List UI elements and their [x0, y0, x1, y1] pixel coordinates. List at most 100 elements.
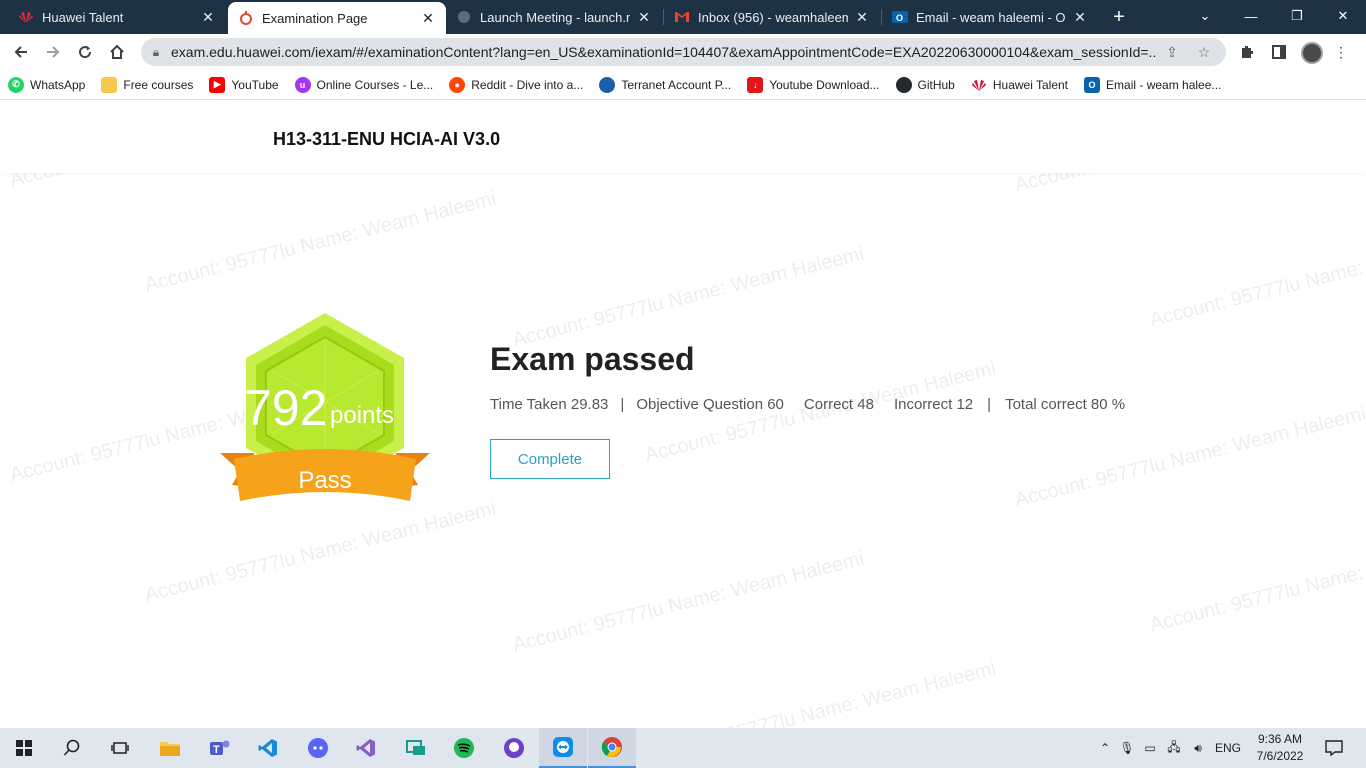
- huawei-icon: [18, 9, 34, 25]
- arrow-left-icon: [14, 46, 27, 58]
- terranet-icon: [599, 76, 616, 93]
- github-icon: [504, 738, 524, 758]
- bookmark-github[interactable]: GitHub: [895, 76, 955, 93]
- forward-button[interactable]: [40, 39, 66, 65]
- watermark: Account: 95777lu Name: Weam Haleemi: [142, 187, 499, 297]
- window-close-button[interactable]: ✕: [1320, 0, 1366, 32]
- share-icon[interactable]: ⇪: [1156, 44, 1188, 61]
- taskbar-teams[interactable]: T: [196, 728, 244, 768]
- home-button[interactable]: [104, 39, 130, 65]
- bookmark-online-courses[interactable]: u Online Courses - Le...: [294, 76, 433, 93]
- correct-count: Correct 48: [803, 396, 874, 413]
- taskbar-vscode[interactable]: [244, 728, 292, 768]
- incorrect-count: Incorrect 12: [893, 396, 974, 413]
- taskbar-spotify[interactable]: [440, 728, 488, 768]
- reddit-icon: ●: [449, 76, 466, 93]
- whatsapp-icon: ✆: [8, 76, 24, 93]
- score-badge: 792 points Pass: [218, 311, 432, 511]
- bookmark-terranet[interactable]: Terranet Account P...: [599, 76, 731, 93]
- close-icon[interactable]: ✕: [1072, 9, 1088, 25]
- network-icon[interactable]: 🖧︎: [1165, 738, 1183, 759]
- tab-examination-page[interactable]: Examination Page ✕: [228, 2, 446, 34]
- svg-text:O: O: [896, 13, 903, 23]
- close-icon[interactable]: ✕: [420, 10, 436, 26]
- taskbar-visual-studio[interactable]: [342, 728, 390, 768]
- complete-button[interactable]: Complete: [490, 439, 610, 479]
- bookmark-free-courses[interactable]: Free courses: [101, 76, 193, 93]
- bookmark-huawei-talent[interactable]: Huawei Talent: [971, 77, 1068, 93]
- taskbar-file-explorer[interactable]: [146, 728, 194, 768]
- close-icon[interactable]: ✕: [636, 9, 652, 25]
- bookmark-reddit[interactable]: ● Reddit - Dive into a...: [449, 76, 583, 93]
- chevron-up-icon[interactable]: ⌃: [1097, 741, 1113, 755]
- outlook-icon: O: [892, 9, 908, 25]
- tab-launch-meeting[interactable]: Launch Meeting - launch.me ✕: [446, 0, 662, 34]
- browser-toolbar: 🔒︎ exam.edu.huawei.com/iexam/#/examinati…: [0, 34, 1366, 70]
- restore-button[interactable]: ❐: [1274, 0, 1320, 32]
- taskbar-teamviewer[interactable]: [539, 728, 587, 768]
- stats-separator: |: [987, 396, 992, 413]
- bookmark-youtube-download[interactable]: ↓ Youtube Download...: [747, 76, 880, 93]
- address-bar[interactable]: 🔒︎ exam.edu.huawei.com/iexam/#/examinati…: [141, 38, 1226, 66]
- bookmark-youtube[interactable]: ▶ YouTube: [209, 76, 279, 93]
- close-icon[interactable]: ✕: [200, 9, 216, 25]
- tab-strip: Huawei Talent ✕ Examination Page ✕ Launc…: [0, 0, 1366, 34]
- watermark: Account: 95777lu Name: Weam Haleemi: [1147, 528, 1366, 637]
- discord-icon: [308, 738, 328, 758]
- tab-outlook-email[interactable]: O Email - weam haleemi - Outl ✕: [882, 0, 1098, 34]
- youtube-icon: ▶: [209, 76, 226, 93]
- gmail-icon: [674, 9, 690, 25]
- microphone-icon[interactable]: 🎙︎: [1119, 741, 1135, 755]
- tab-huawei-talent[interactable]: Huawei Talent ✕: [8, 0, 226, 34]
- minimize-button[interactable]: —: [1228, 0, 1274, 32]
- reload-button[interactable]: [72, 39, 98, 65]
- language-indicator[interactable]: ENG: [1215, 741, 1241, 755]
- bookmark-whatsapp[interactable]: ✆ WhatsApp: [8, 76, 85, 93]
- watermark: Account: 95777lu Name: Weam Haleemi: [142, 497, 499, 607]
- task-view-icon: [111, 742, 129, 754]
- badge-unit: points: [330, 402, 394, 429]
- url-text[interactable]: exam.edu.huawei.com/iexam/#/examinationC…: [171, 44, 1156, 60]
- clock[interactable]: 9:36 AM 7/6/2022: [1252, 731, 1308, 765]
- watermark: Account: 95777lu Name: Weam Haleemi: [642, 657, 999, 728]
- result-title: Exam passed: [490, 341, 695, 377]
- tab-search-button[interactable]: ⌄: [1182, 0, 1228, 32]
- watermark: Account: 95777lu Name: Weam Haleemi: [1147, 223, 1366, 332]
- extensions-icon[interactable]: [1236, 41, 1258, 63]
- search-button[interactable]: [48, 728, 96, 768]
- udemy-icon: u: [294, 76, 311, 93]
- back-button[interactable]: [8, 39, 34, 65]
- watermark: Account: 95777lu Name: Weam Haleemi: [510, 547, 867, 657]
- volume-icon[interactable]: 🔊︎: [1189, 741, 1207, 756]
- profile-avatar[interactable]: [1301, 42, 1323, 64]
- close-icon[interactable]: ✕: [854, 9, 870, 25]
- outlook-icon: O: [1084, 76, 1101, 93]
- folder-icon: [160, 742, 180, 756]
- taskbar-discord[interactable]: [294, 728, 342, 768]
- taskbar-chrome[interactable]: [588, 728, 636, 768]
- exam-page: Account: 95777lu Name: Weam Haleemi Acco…: [0, 101, 1366, 728]
- notifications-button[interactable]: [1310, 728, 1358, 768]
- taskbar-github-desktop[interactable]: [490, 728, 538, 768]
- new-tab-button[interactable]: +: [1106, 4, 1132, 30]
- huawei-icon: [971, 77, 987, 93]
- bookmark-email[interactable]: O Email - weam halee...: [1084, 76, 1221, 93]
- battery-icon[interactable]: ▭: [1141, 741, 1159, 755]
- taskbar-remote-app[interactable]: [392, 728, 440, 768]
- home-icon: [110, 44, 124, 59]
- exam-stats: Time Taken 29.83 | Objective Question 60…: [490, 396, 1125, 413]
- tab-gmail-inbox[interactable]: Inbox (956) - weamhaleemi@ ✕: [664, 0, 880, 34]
- clock-date: 7/6/2022: [1256, 749, 1304, 763]
- folder-icon: [101, 76, 118, 93]
- time-taken: Time Taken 29.83: [490, 396, 609, 413]
- menu-dots-icon[interactable]: ⋮: [1330, 41, 1352, 63]
- windows-taskbar: T ⌃ 🎙︎ ▭ 🖧︎ 🔊︎ ENG 9:36 AM 7/6/2022: [0, 728, 1366, 768]
- side-panel-icon[interactable]: [1268, 41, 1290, 63]
- svg-text:T: T: [213, 744, 220, 756]
- star-icon[interactable]: ☆: [1188, 44, 1220, 61]
- lock-icon[interactable]: 🔒︎: [141, 45, 171, 60]
- system-tray: ⌃ 🎙︎ ▭ 🖧︎ 🔊︎ ENG: [1097, 728, 1241, 768]
- start-button[interactable]: [0, 728, 48, 768]
- task-view-button[interactable]: [96, 728, 144, 768]
- clock-time: 9:36 AM: [1257, 732, 1303, 746]
